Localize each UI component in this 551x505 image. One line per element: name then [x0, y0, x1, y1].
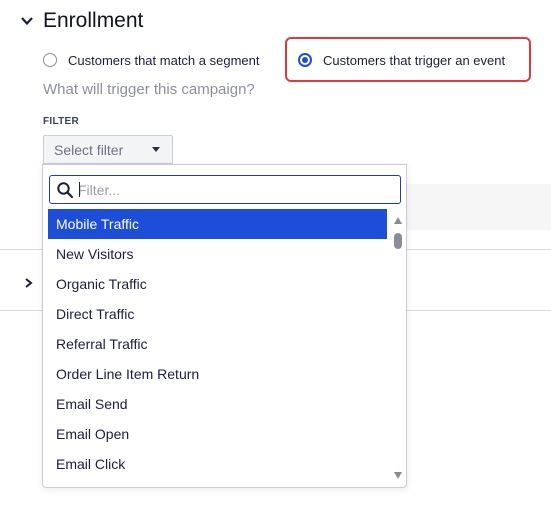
background-panel — [406, 184, 551, 230]
scrollbar-thumb[interactable] — [394, 233, 402, 249]
search-icon — [57, 181, 74, 198]
filter-dropdown: Mobile Traffic New Visitors Organic Traf… — [42, 164, 407, 488]
list-item-email-click[interactable]: Email Click — [48, 449, 387, 479]
radio-match-segment[interactable]: Customers that match a segment — [43, 45, 259, 75]
radio-trigger-event[interactable]: Customers that trigger an event — [298, 45, 505, 75]
scroll-down-arrow-icon[interactable] — [394, 472, 402, 479]
radio-label: Customers that match a segment — [68, 52, 260, 68]
filter-options-list: Mobile Traffic New Visitors Organic Traf… — [48, 209, 387, 479]
select-filter-text: Select filter — [54, 141, 124, 158]
trigger-question: What will trigger this campaign? — [43, 81, 255, 98]
filter-label: FILTER — [43, 116, 80, 127]
radio-button[interactable] — [43, 53, 57, 67]
list-item-referral-traffic[interactable]: Referral Traffic — [48, 329, 387, 359]
enrollment-section-header[interactable]: Enrollment — [0, 0, 551, 42]
radio-button-selected[interactable] — [298, 53, 312, 67]
list-item-email-send[interactable]: Email Send — [48, 389, 387, 419]
list-item-organic-traffic[interactable]: Organic Traffic — [48, 269, 387, 299]
scroll-up-arrow-icon[interactable] — [394, 217, 402, 224]
chevron-down-icon[interactable] — [20, 14, 34, 28]
radio-label: Customers that trigger an event — [323, 52, 506, 68]
radio-dot — [302, 57, 308, 63]
list-item-mobile-traffic[interactable]: Mobile Traffic — [48, 209, 387, 239]
text-cursor — [79, 182, 80, 197]
list-item-new-visitors[interactable]: New Visitors — [48, 239, 387, 269]
filter-search-input[interactable] — [78, 181, 378, 198]
caret-down-icon — [152, 147, 160, 152]
list-item-order-line-item-return[interactable]: Order Line Item Return — [48, 359, 387, 389]
select-filter-button[interactable]: Select filter — [43, 135, 173, 164]
filter-search-box[interactable] — [49, 175, 401, 204]
section-title: Enrollment — [43, 9, 144, 32]
dropdown-scrollbar[interactable] — [393, 215, 403, 479]
list-item-direct-traffic[interactable]: Direct Traffic — [48, 299, 387, 329]
chevron-right-icon[interactable] — [22, 277, 34, 289]
list-item-email-open[interactable]: Email Open — [48, 419, 387, 449]
